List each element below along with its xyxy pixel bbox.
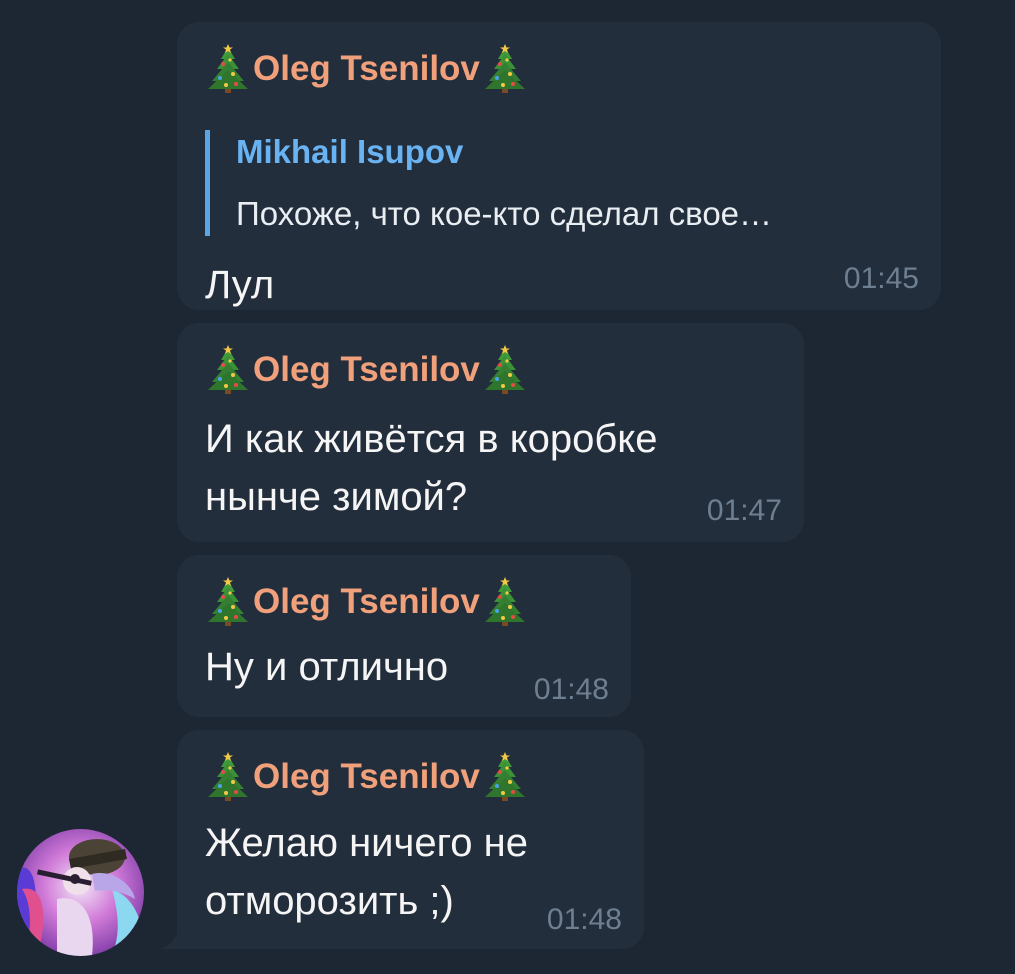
- message-text: Желаю ничего не отморозить ;): [205, 814, 528, 930]
- reply-text: Похоже, что кое-кто сделал свое…: [236, 195, 773, 232]
- message-text: Ну и отлично: [205, 638, 448, 696]
- sender-header: Oleg Tsenilov: [205, 44, 528, 94]
- sender-name[interactable]: Oleg Tsenilov: [253, 582, 480, 622]
- sender-name[interactable]: Oleg Tsenilov: [253, 350, 480, 390]
- message-bubble-3[interactable]: Oleg Tsenilov Ну и отлично 01:48: [177, 555, 631, 717]
- message-line: Лул: [205, 263, 275, 307]
- christmas-tree-icon: [482, 345, 528, 395]
- sender-name[interactable]: Oleg Tsenilov: [253, 49, 480, 89]
- message-line: И как живётся в коробке: [205, 417, 658, 461]
- sender-name[interactable]: Oleg Tsenilov: [253, 757, 480, 797]
- bubble-tail: [160, 929, 178, 949]
- message-text: Лул: [205, 256, 274, 314]
- christmas-tree-icon: [205, 44, 251, 94]
- message-time: 01:48: [546, 903, 622, 936]
- reply-quote[interactable]: Mikhail Isupov Похоже, что кое-кто сдела…: [205, 130, 772, 236]
- christmas-tree-icon: [482, 577, 528, 627]
- message-time: 01:47: [706, 494, 782, 527]
- message-line: отморозить ;): [205, 879, 454, 923]
- christmas-tree-icon: [482, 752, 528, 802]
- avatar-image: [17, 829, 144, 956]
- message-bubble-1[interactable]: Oleg Tsenilov Mikhail Isupov Похоже, что…: [177, 22, 941, 310]
- user-avatar[interactable]: [17, 829, 144, 956]
- message-time: 01:48: [533, 673, 609, 706]
- message-time: 01:45: [843, 262, 919, 295]
- christmas-tree-icon: [205, 577, 251, 627]
- sender-header: Oleg Tsenilov: [205, 577, 528, 627]
- christmas-tree-icon: [482, 44, 528, 94]
- sender-header: Oleg Tsenilov: [205, 345, 528, 395]
- christmas-tree-icon: [205, 345, 251, 395]
- sender-header: Oleg Tsenilov: [205, 752, 528, 802]
- reply-author: Mikhail Isupov: [236, 133, 464, 170]
- message-bubble-2[interactable]: Oleg Tsenilov И как живётся в коробке ны…: [177, 323, 804, 542]
- christmas-tree-icon: [205, 752, 251, 802]
- message-line: Желаю ничего не: [205, 821, 528, 865]
- message-line: нынче зимой?: [205, 475, 468, 519]
- message-bubble-4[interactable]: Oleg Tsenilov Желаю ничего не отморозить…: [177, 730, 644, 949]
- message-text: И как живётся в коробке нынче зимой?: [205, 410, 658, 526]
- message-line: Ну и отлично: [205, 645, 449, 689]
